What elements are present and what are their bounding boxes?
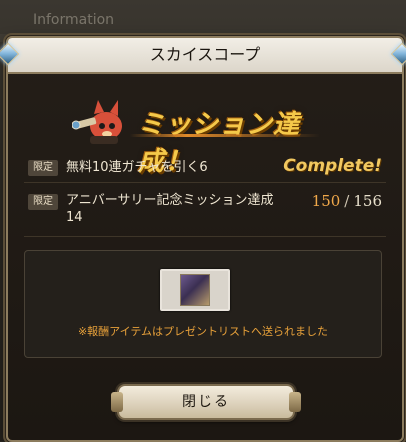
mission-row: 限定 無料10連ガチャを引く6 Complete!: [24, 154, 386, 183]
close-button-label: 閉じる: [182, 394, 230, 410]
reward-item-image: [180, 274, 210, 306]
dialog-header: スカイスコープ: [8, 38, 402, 74]
mission-row: 限定 アニバーサリー記念ミッション達成14 150/156: [24, 188, 386, 237]
mission-dialog: スカイスコープ ミッション達成！ 限定 無料10連ガチャを引く6 Complet…: [0, 36, 406, 442]
mission-status: Complete!: [283, 156, 382, 176]
button-cap-right: [289, 392, 301, 412]
information-heading: Information: [33, 12, 115, 28]
progress-separator: /: [344, 192, 350, 210]
progress-current: 150: [311, 192, 341, 210]
mission-name: アニバーサリー記念ミッション達成14: [66, 193, 274, 225]
mission-progress: 150/156: [312, 192, 382, 210]
limited-tag: 限定: [28, 160, 58, 176]
reward-item-thumbnail[interactable]: [160, 269, 230, 311]
close-button[interactable]: 閉じる: [111, 384, 301, 420]
reward-box: ※報酬アイテムはプレゼントリストへ送られました: [24, 250, 382, 358]
mascot-icon: [72, 100, 122, 144]
limited-tag: 限定: [28, 194, 58, 210]
banner-streak: [130, 134, 320, 137]
reward-note: ※報酬アイテムはプレゼントリストへ送られました: [77, 325, 329, 338]
progress-total: 156: [353, 192, 382, 210]
mission-name: 無料10連ガチャを引く6: [66, 160, 208, 175]
mission-complete-banner: ミッション達成！: [68, 98, 328, 177]
dialog-title: スカイスコープ: [149, 45, 261, 64]
